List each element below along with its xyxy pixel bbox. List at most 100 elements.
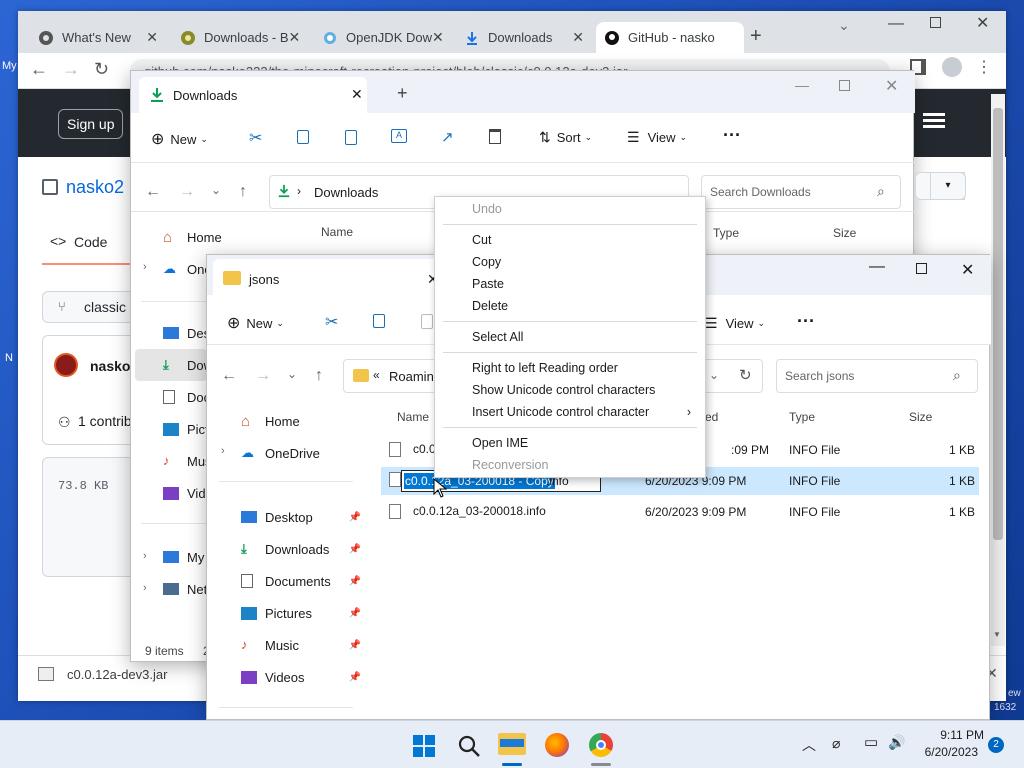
nav-onedrive[interactable]: ☁ OneDrive xyxy=(241,437,320,469)
forward-icon[interactable]: → xyxy=(255,367,271,385)
column-modified[interactable]: ed xyxy=(705,410,718,424)
new-tab-button[interactable]: + xyxy=(750,25,762,48)
menu-item-undo[interactable]: Undo xyxy=(435,198,705,220)
nav-music[interactable]: ♪ Mus xyxy=(163,445,212,477)
nav-music[interactable]: ♪ Music 📌 xyxy=(241,629,361,661)
menu-icon[interactable]: ⋮ xyxy=(976,57,992,77)
column-size[interactable]: Size xyxy=(833,226,856,240)
minimize-icon[interactable]: — xyxy=(888,15,904,33)
battery-icon[interactable]: ▭ xyxy=(864,733,878,751)
search-input[interactable]: Search jsons xyxy=(776,359,978,393)
column-name[interactable]: Name xyxy=(321,225,353,239)
tab-search-icon[interactable]: ⌄ xyxy=(838,17,850,34)
avatar[interactable] xyxy=(54,353,78,377)
chevron-down-icon[interactable]: ⌄ xyxy=(709,368,719,382)
address-overflow[interactable]: « xyxy=(373,368,380,382)
pin-icon[interactable]: 📌 xyxy=(349,576,361,587)
browser-tab[interactable]: OpenJDK Dow ✕ xyxy=(314,22,450,53)
menu-item-reconversion[interactable]: Reconversion xyxy=(435,454,705,476)
nav-onedrive[interactable]: ☁ One xyxy=(163,253,212,285)
up-icon[interactable]: ↑ xyxy=(315,367,323,385)
menu-item-select-all[interactable]: Select All xyxy=(435,326,705,348)
menu-item-copy[interactable]: Copy xyxy=(435,251,705,273)
network-icon[interactable]: ⌀ xyxy=(832,735,840,752)
expand-icon[interactable]: › xyxy=(143,582,147,594)
browser-tab-active[interactable]: GitHub - nasko xyxy=(596,22,744,53)
search-input[interactable]: Search Downloads xyxy=(701,175,901,209)
more-icon[interactable]: ··· xyxy=(797,311,815,332)
new-tab-button[interactable]: + xyxy=(397,83,408,104)
pin-icon[interactable]: 📌 xyxy=(349,512,361,523)
hamburger-icon[interactable] xyxy=(923,113,945,116)
menu-item-cut[interactable]: Cut xyxy=(435,229,705,251)
column-type[interactable]: Type xyxy=(713,226,739,240)
maximize-icon[interactable] xyxy=(916,263,927,274)
forward-icon[interactable]: → xyxy=(179,183,195,201)
pin-icon[interactable]: 📌 xyxy=(349,544,361,555)
clock-date[interactable]: 6/20/2023 xyxy=(914,745,978,759)
menu-item-show-unicode[interactable]: Show Unicode control characters xyxy=(435,379,705,401)
back-icon[interactable]: ← xyxy=(30,59,48,80)
new-button[interactable]: ⊕ New ⌄ xyxy=(151,129,208,149)
chevron-down-icon[interactable]: ▾ xyxy=(930,172,966,200)
nav-home[interactable]: ⌂ Home xyxy=(163,221,222,253)
share-icon[interactable]: ↗ xyxy=(441,128,454,146)
expand-icon[interactable]: › xyxy=(143,550,147,562)
avatar[interactable] xyxy=(942,57,962,77)
menu-item-insert-unicode[interactable]: Insert Unicode control character › xyxy=(435,401,705,423)
close-icon[interactable]: ✕ xyxy=(146,29,158,46)
pin-icon[interactable]: 📌 xyxy=(349,608,361,619)
more-icon[interactable]: ··· xyxy=(723,125,741,146)
delete-icon[interactable] xyxy=(489,129,501,144)
nav-desktop[interactable]: Desktop 📌 xyxy=(241,501,361,533)
notification-badge[interactable]: 2 xyxy=(988,737,1004,753)
nav-downloads[interactable]: ⤓ Downloads 📌 xyxy=(241,533,361,565)
menu-item-rtl[interactable]: Right to left Reading order xyxy=(435,357,705,379)
column-name[interactable]: Name xyxy=(397,410,429,424)
nav-home[interactable]: ⌂ Home xyxy=(241,405,300,437)
scrollbar-thumb[interactable] xyxy=(993,108,1003,540)
column-type[interactable]: Type xyxy=(789,410,815,424)
copy-icon[interactable] xyxy=(297,130,309,144)
contributors-label[interactable]: 1 contrib xyxy=(78,413,132,429)
up-icon[interactable]: ↑ xyxy=(239,183,247,201)
menu-item-open-ime[interactable]: Open IME xyxy=(435,432,705,454)
firefox-icon[interactable] xyxy=(545,733,569,757)
paste-icon[interactable] xyxy=(345,130,357,145)
repo-name[interactable]: nasko2 xyxy=(66,177,124,198)
refresh-icon[interactable]: ↻ xyxy=(739,366,752,384)
browser-tab[interactable]: Downloads ✕ xyxy=(456,22,592,53)
nav-pictures[interactable]: Pict xyxy=(163,413,209,445)
cut-icon[interactable]: ✂ xyxy=(249,128,262,148)
maximize-icon[interactable] xyxy=(930,17,941,28)
close-icon[interactable]: ✕ xyxy=(432,29,444,46)
pin-icon[interactable]: 📌 xyxy=(349,672,361,683)
rename-icon[interactable]: A xyxy=(391,129,407,143)
close-icon[interactable]: ✕ xyxy=(289,29,301,46)
back-icon[interactable]: ← xyxy=(221,367,237,385)
nav-documents[interactable]: Documents 📌 xyxy=(241,565,361,597)
signup-button[interactable]: Sign up xyxy=(58,109,124,139)
close-icon[interactable]: ✕ xyxy=(572,29,584,46)
close-icon[interactable]: ✕ xyxy=(351,86,363,103)
forward-icon[interactable]: → xyxy=(62,59,80,80)
nav-documents[interactable]: Doc xyxy=(163,381,210,413)
clock-time[interactable]: 9:11 PM xyxy=(914,728,984,742)
copy-icon[interactable] xyxy=(373,314,385,328)
close-icon[interactable]: ✕ xyxy=(961,260,974,280)
maximize-icon[interactable] xyxy=(839,80,850,91)
view-button[interactable]: ☰ View ⌄ xyxy=(627,129,687,146)
close-icon[interactable]: ✕ xyxy=(885,76,898,96)
pin-icon[interactable]: 📌 xyxy=(349,640,361,651)
recent-chevron-icon[interactable]: ⌄ xyxy=(287,367,297,381)
minimize-icon[interactable]: — xyxy=(795,77,809,93)
paste-icon[interactable] xyxy=(421,314,433,329)
browser-tab[interactable]: What's New ✕ xyxy=(30,22,166,53)
search-icon[interactable] xyxy=(457,734,481,758)
view-button[interactable]: ☰ View ⌄ xyxy=(705,315,765,332)
back-icon[interactable]: ← xyxy=(145,183,161,201)
nav-videos[interactable]: Videos 📌 xyxy=(241,661,361,693)
cut-icon[interactable]: ✂ xyxy=(325,312,338,332)
windows-start-icon[interactable] xyxy=(412,734,436,758)
volume-icon[interactable]: 🔊 xyxy=(888,734,905,751)
